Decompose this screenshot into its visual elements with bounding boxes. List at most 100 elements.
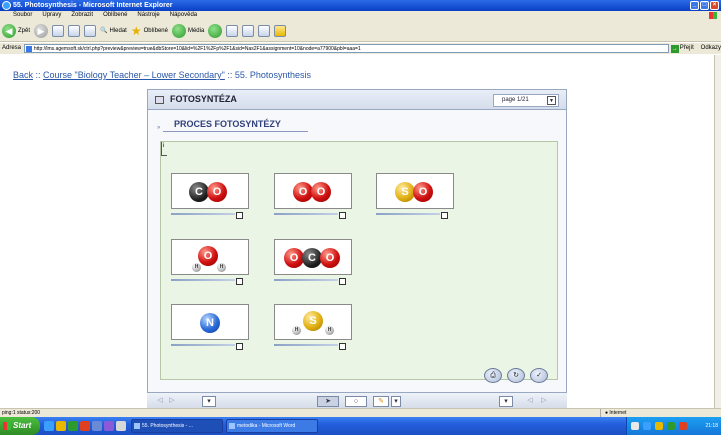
- molecule-tile-co2[interactable]: C O: [171, 173, 249, 209]
- status-text: ping:1 status:200: [2, 410, 41, 416]
- ie-icon: [134, 423, 140, 429]
- pencil-tool-button[interactable]: ✎: [373, 396, 389, 407]
- dropdown-button[interactable]: ▾: [499, 396, 513, 407]
- tray-icon[interactable]: [655, 422, 663, 430]
- word-icon: [229, 423, 235, 429]
- check-icon[interactable]: ✓: [530, 368, 548, 383]
- tile-slot-bar: [171, 279, 235, 281]
- home-icon[interactable]: [84, 24, 97, 37]
- star-icon: ★: [130, 23, 142, 38]
- menu-favorites[interactable]: Oblíbené: [103, 11, 127, 20]
- hydrogen-atom-icon: H: [325, 326, 334, 335]
- menu-tools[interactable]: Nástroje: [137, 11, 159, 20]
- mail-icon[interactable]: [226, 24, 239, 37]
- minimize-icon[interactable]: _: [690, 1, 699, 10]
- section-marker: »: [157, 125, 161, 131]
- start-button[interactable]: Start: [0, 417, 40, 435]
- prev-page-icon[interactable]: ◁: [525, 396, 535, 407]
- task-button-browser[interactable]: 55. Photosynthesis - ...: [131, 419, 223, 433]
- window-controls: _ □ ×: [690, 1, 719, 10]
- tile-checkbox[interactable]: [236, 278, 243, 285]
- tile-slot-bar: [171, 344, 235, 346]
- app-quicklaunch-icon[interactable]: [104, 421, 114, 431]
- menu-file[interactable]: Soubor: [13, 11, 32, 20]
- close-icon[interactable]: ×: [710, 1, 719, 10]
- molecule-tile-o2[interactable]: O O: [274, 173, 352, 209]
- taskbar: Start 55. Photosynthesis - ... metodika …: [0, 417, 721, 435]
- tray-icon[interactable]: [679, 422, 687, 430]
- menu-view[interactable]: Zobrazit: [71, 11, 93, 20]
- next-page-icon[interactable]: ▷: [167, 396, 177, 407]
- refresh-icon[interactable]: [68, 24, 81, 37]
- maximize-icon[interactable]: □: [700, 1, 709, 10]
- prev-page-icon[interactable]: ◁: [155, 396, 165, 407]
- molecule-tile-co2-full[interactable]: O C O: [274, 239, 352, 275]
- task-label: 55. Photosynthesis - ...: [142, 423, 193, 429]
- history-icon[interactable]: [208, 23, 223, 38]
- back-button[interactable]: ◀ Zpět: [2, 23, 31, 38]
- tile-checkbox[interactable]: [236, 212, 243, 219]
- refresh-icon[interactable]: ↻: [507, 368, 525, 383]
- oxygen-atom-icon: O: [284, 248, 304, 268]
- menu-edit[interactable]: Úpravy: [42, 11, 61, 20]
- page-indicator-text: page 1/21: [502, 97, 529, 103]
- dropdown-button[interactable]: ▾: [202, 396, 216, 407]
- nitrogen-atom-icon: N: [200, 313, 220, 333]
- go-button[interactable]: → Přejít: [670, 43, 699, 54]
- panel-title: FOTOSYNTÉZA: [170, 94, 237, 104]
- back-button-label: Zpět: [18, 27, 31, 34]
- url-input[interactable]: http://lms.agemsoft.sk/ctrl.php?preview&…: [23, 44, 669, 53]
- forward-button[interactable]: ▶: [34, 23, 49, 38]
- favorites-button-label: Oblíbené: [143, 27, 168, 34]
- tray-icon[interactable]: [643, 422, 651, 430]
- panel-header: FOTOSYNTÉZA page 1/21 ▼: [148, 90, 566, 110]
- search-button[interactable]: 🔍 Hledat: [100, 27, 127, 35]
- app-quicklaunch-icon[interactable]: [116, 421, 126, 431]
- ie-quicklaunch-icon[interactable]: [44, 421, 54, 431]
- breadcrumb: Back :: Course "Biology Teacher – Lower …: [13, 70, 311, 80]
- address-bar: Adresa http://lms.agemsoft.sk/ctrl.php?p…: [0, 43, 721, 54]
- molecule-tile-h2o[interactable]: O H H: [171, 239, 249, 275]
- window-titlebar[interactable]: 55. Photosynthesis - Microsoft Internet …: [0, 0, 721, 11]
- favorites-button[interactable]: ★ Oblíbené: [131, 24, 168, 38]
- tool-options-button[interactable]: ▾: [391, 396, 401, 407]
- tile-checkbox[interactable]: [441, 212, 448, 219]
- tile-checkbox[interactable]: [339, 343, 346, 350]
- desktop-quicklaunch-icon[interactable]: [92, 421, 102, 431]
- breadcrumb-separator: ::: [227, 70, 235, 80]
- vertical-scrollbar[interactable]: [714, 55, 721, 408]
- print-icon[interactable]: [242, 24, 255, 37]
- media-button[interactable]: Média: [171, 23, 204, 38]
- molecule-tile-n[interactable]: N: [171, 304, 249, 340]
- breadcrumb-back-link[interactable]: Back: [13, 70, 33, 80]
- edit-icon[interactable]: [258, 24, 271, 37]
- next-page-icon[interactable]: ▷: [539, 396, 549, 407]
- print-icon[interactable]: ⎙: [484, 368, 502, 383]
- search-icon: 🔍: [100, 28, 108, 34]
- folder-icon[interactable]: [274, 24, 287, 37]
- sulfur-atom-icon: S: [303, 311, 323, 331]
- start-button-label: Start: [13, 421, 32, 430]
- molecule-tile-h2s[interactable]: S H H: [274, 304, 352, 340]
- tile-checkbox[interactable]: [339, 278, 346, 285]
- breadcrumb-course-link[interactable]: Course "Biology Teacher – Lower Secondar…: [43, 70, 225, 80]
- folder-quicklaunch-icon[interactable]: [56, 421, 66, 431]
- task-button-word[interactable]: metodika - Microsoft Word: [226, 419, 318, 433]
- tray-icon[interactable]: [667, 422, 675, 430]
- search-button-label: Hledat: [109, 27, 127, 34]
- page-select[interactable]: page 1/21 ▼: [493, 94, 559, 107]
- oxygen-atom-icon: O: [413, 182, 433, 202]
- tile-checkbox[interactable]: [339, 212, 346, 219]
- stop-icon[interactable]: [52, 24, 65, 37]
- tile-checkbox[interactable]: [236, 343, 243, 350]
- molecule-tile-so2[interactable]: S O: [376, 173, 454, 209]
- go-arrow-icon: →: [670, 44, 679, 53]
- links-button[interactable]: Odkazy: [701, 43, 721, 54]
- menu-help[interactable]: Nápověda: [170, 11, 197, 20]
- app-quicklaunch-icon[interactable]: [80, 421, 90, 431]
- page-icon: [25, 46, 32, 52]
- pointer-tool-button[interactable]: ➤: [317, 396, 339, 407]
- tray-icon[interactable]: [631, 422, 639, 430]
- media-quicklaunch-icon[interactable]: [68, 421, 78, 431]
- circle-tool-button[interactable]: ○: [345, 396, 367, 407]
